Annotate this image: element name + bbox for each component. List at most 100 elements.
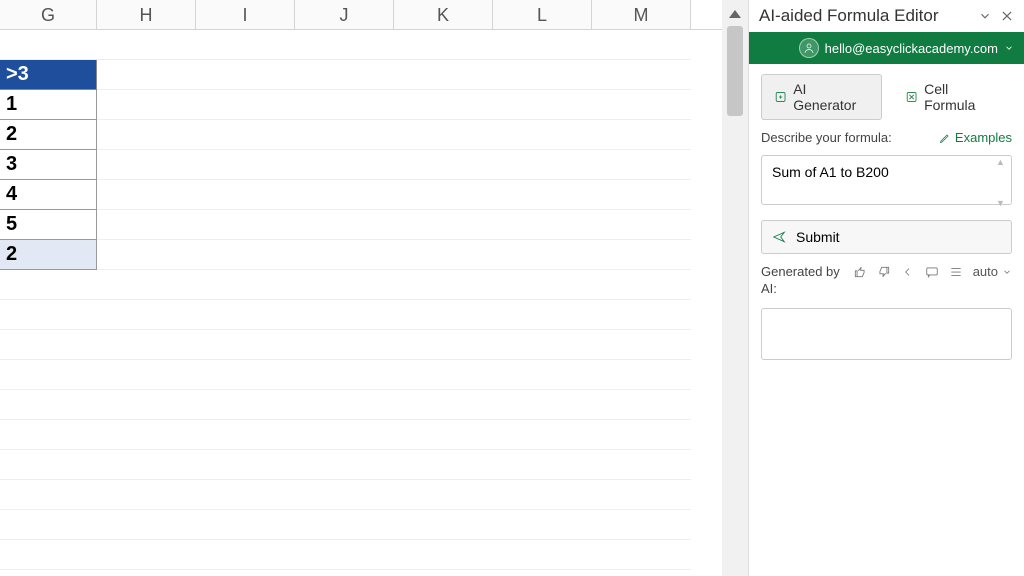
cell[interactable] bbox=[196, 150, 295, 180]
chevron-down-icon[interactable] bbox=[978, 9, 992, 23]
scrollbar-thumb[interactable] bbox=[727, 26, 743, 116]
close-icon[interactable] bbox=[1000, 9, 1014, 23]
back-arrow-icon[interactable] bbox=[901, 265, 915, 279]
cell[interactable] bbox=[295, 240, 394, 270]
cell[interactable] bbox=[592, 60, 691, 90]
cell[interactable] bbox=[196, 120, 295, 150]
pencil-icon bbox=[939, 132, 951, 144]
chevron-down-icon bbox=[1004, 43, 1014, 53]
cell[interactable] bbox=[97, 180, 196, 210]
auto-label: auto bbox=[973, 264, 998, 279]
panel-tabs: AI Generator Cell Formula bbox=[761, 74, 1012, 120]
cell[interactable] bbox=[196, 30, 295, 60]
cell[interactable] bbox=[196, 60, 295, 90]
cell[interactable] bbox=[0, 30, 97, 60]
data-cell[interactable]: 5 bbox=[0, 210, 97, 240]
data-cell[interactable]: 1 bbox=[0, 90, 97, 120]
cell[interactable] bbox=[592, 120, 691, 150]
cell[interactable] bbox=[493, 120, 592, 150]
chevron-down-icon bbox=[1002, 267, 1012, 277]
thumbs-down-icon[interactable] bbox=[877, 265, 891, 279]
cell[interactable] bbox=[394, 60, 493, 90]
examples-link[interactable]: Examples bbox=[939, 130, 1012, 145]
tab-label: Cell Formula bbox=[924, 81, 999, 113]
cell[interactable] bbox=[394, 150, 493, 180]
textarea-scroll-hints: ▲▼ bbox=[996, 157, 1010, 208]
cell[interactable] bbox=[97, 60, 196, 90]
grid-body[interactable]: >3 1 2 3 4 5 2 bbox=[0, 30, 722, 576]
result-cell[interactable]: 2 bbox=[0, 240, 97, 270]
ai-output-box[interactable] bbox=[761, 308, 1012, 360]
cell[interactable] bbox=[493, 240, 592, 270]
cell[interactable] bbox=[295, 60, 394, 90]
data-cell[interactable]: 4 bbox=[0, 180, 97, 210]
cell[interactable] bbox=[196, 180, 295, 210]
data-cell[interactable]: 2 bbox=[0, 120, 97, 150]
submit-label: Submit bbox=[796, 229, 840, 245]
cell[interactable] bbox=[394, 120, 493, 150]
criterion-header-cell[interactable]: >3 bbox=[0, 60, 97, 90]
cell[interactable] bbox=[97, 120, 196, 150]
formula-description-input[interactable] bbox=[761, 155, 1012, 205]
cell[interactable] bbox=[295, 180, 394, 210]
tab-ai-generator[interactable]: AI Generator bbox=[761, 74, 882, 120]
cell[interactable] bbox=[493, 60, 592, 90]
cell[interactable] bbox=[493, 210, 592, 240]
cell-icon bbox=[905, 90, 918, 104]
tab-label: AI Generator bbox=[793, 81, 869, 113]
cell[interactable] bbox=[394, 30, 493, 60]
cell[interactable] bbox=[592, 30, 691, 60]
scroll-up-icon[interactable] bbox=[729, 10, 741, 18]
cell[interactable] bbox=[493, 180, 592, 210]
submit-button[interactable]: Submit bbox=[761, 220, 1012, 254]
cell[interactable] bbox=[592, 150, 691, 180]
list-icon[interactable] bbox=[949, 265, 963, 279]
column-header[interactable]: G bbox=[0, 0, 97, 29]
cell[interactable] bbox=[295, 90, 394, 120]
cell[interactable] bbox=[493, 150, 592, 180]
panel-title: AI-aided Formula Editor bbox=[759, 6, 939, 26]
ai-formula-panel: AI-aided Formula Editor hello@easyclicka… bbox=[748, 0, 1024, 576]
cell[interactable] bbox=[196, 90, 295, 120]
sparkle-icon bbox=[774, 90, 787, 104]
cell[interactable] bbox=[196, 240, 295, 270]
cell[interactable] bbox=[295, 120, 394, 150]
cell[interactable] bbox=[592, 210, 691, 240]
column-header[interactable]: I bbox=[196, 0, 295, 29]
chat-icon[interactable] bbox=[925, 265, 939, 279]
cell[interactable] bbox=[394, 180, 493, 210]
cell[interactable] bbox=[592, 240, 691, 270]
column-header[interactable]: J bbox=[295, 0, 394, 29]
cell[interactable] bbox=[295, 150, 394, 180]
cell[interactable] bbox=[394, 240, 493, 270]
panel-body: AI Generator Cell Formula Describe your … bbox=[749, 64, 1024, 370]
account-email: hello@easyclickacademy.com bbox=[825, 41, 998, 56]
cell[interactable] bbox=[97, 210, 196, 240]
cell[interactable] bbox=[592, 180, 691, 210]
column-header[interactable]: K bbox=[394, 0, 493, 29]
vertical-scrollbar[interactable] bbox=[722, 0, 748, 576]
cell[interactable] bbox=[493, 30, 592, 60]
column-header-row: G H I J K L M bbox=[0, 0, 722, 30]
auto-dropdown[interactable]: auto bbox=[973, 264, 1012, 279]
cell[interactable] bbox=[295, 30, 394, 60]
column-header[interactable]: M bbox=[592, 0, 691, 29]
thumbs-up-icon[interactable] bbox=[853, 265, 867, 279]
cell[interactable] bbox=[295, 210, 394, 240]
cell[interactable] bbox=[394, 210, 493, 240]
cell[interactable] bbox=[196, 210, 295, 240]
column-header[interactable]: L bbox=[493, 0, 592, 29]
examples-label: Examples bbox=[955, 130, 1012, 145]
cell[interactable] bbox=[97, 90, 196, 120]
cell[interactable] bbox=[493, 90, 592, 120]
data-cell[interactable]: 3 bbox=[0, 150, 97, 180]
account-bar[interactable]: hello@easyclickacademy.com bbox=[749, 32, 1024, 64]
tab-cell-formula[interactable]: Cell Formula bbox=[892, 74, 1012, 120]
describe-label: Describe your formula: bbox=[761, 130, 892, 145]
column-header[interactable]: H bbox=[97, 0, 196, 29]
cell[interactable] bbox=[592, 90, 691, 120]
cell[interactable] bbox=[97, 240, 196, 270]
cell[interactable] bbox=[394, 90, 493, 120]
cell[interactable] bbox=[97, 30, 196, 60]
cell[interactable] bbox=[97, 150, 196, 180]
